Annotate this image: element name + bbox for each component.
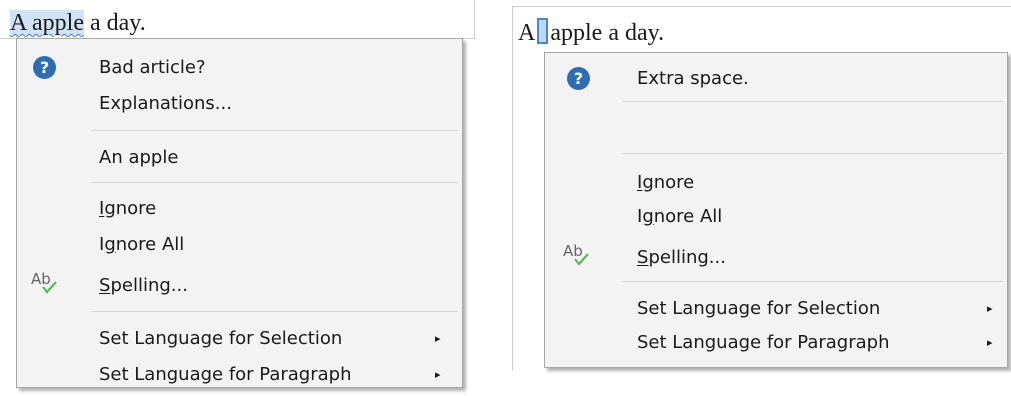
ignore-label: Ignore bbox=[99, 197, 157, 219]
separator bbox=[91, 130, 458, 131]
spelling-label: Spelling... bbox=[99, 274, 188, 296]
ignore-all-item[interactable]: Ignore All bbox=[545, 199, 1007, 233]
spelling-label: Spelling... bbox=[637, 246, 726, 268]
document-text-after: apple a day. bbox=[550, 20, 665, 46]
submenu-arrow-icon: ▸ bbox=[435, 331, 441, 345]
set-language-paragraph-label: Set Language for Paragraph bbox=[99, 363, 352, 385]
ignore-all-label: Ignore All bbox=[637, 205, 723, 227]
set-language-paragraph-item[interactable]: Set Language for Paragraph ▸ bbox=[545, 325, 1007, 359]
spelling-item[interactable]: Spelling... bbox=[17, 268, 462, 302]
document-text[interactable]: Aapple a day. bbox=[518, 18, 664, 48]
context-menu: ? Bad article? Explanations... An apple … bbox=[16, 38, 463, 388]
separator bbox=[623, 101, 1003, 102]
suggestion-title[interactable]: Bad article? bbox=[17, 50, 462, 84]
submenu-arrow-icon: ▸ bbox=[987, 301, 993, 315]
set-language-paragraph-label: Set Language for Paragraph bbox=[637, 331, 890, 353]
right-panel: Aapple a day. ? Extra space. Ignore Igno… bbox=[512, 0, 1011, 396]
suggestion-title-label: Bad article? bbox=[99, 56, 206, 78]
submenu-arrow-icon: ▸ bbox=[435, 367, 441, 381]
separator bbox=[623, 153, 1003, 154]
separator bbox=[623, 281, 1003, 282]
replacement-suggestion[interactable]: An apple bbox=[17, 140, 462, 174]
set-language-paragraph-item[interactable]: Set Language for Paragraph ▸ bbox=[17, 357, 462, 391]
context-menu: ? Extra space. Ignore Ignore All Ab Spel… bbox=[544, 52, 1008, 368]
explanations-label: Explanations... bbox=[99, 92, 232, 114]
submenu-arrow-icon: ▸ bbox=[987, 335, 993, 349]
spelling-item[interactable]: Spelling... bbox=[545, 240, 1007, 274]
separator bbox=[91, 182, 458, 183]
suggestion-title[interactable]: Extra space. bbox=[545, 61, 1007, 95]
document-text-before: A bbox=[518, 20, 536, 46]
ignore-item[interactable]: Ignore bbox=[17, 191, 462, 225]
set-language-selection-item[interactable]: Set Language for Selection ▸ bbox=[545, 291, 1007, 325]
set-language-selection-item[interactable]: Set Language for Selection ▸ bbox=[17, 321, 462, 355]
ignore-all-item[interactable]: Ignore All bbox=[17, 227, 462, 261]
left-panel: A apple a day. ? Bad article? Explanatio… bbox=[0, 0, 480, 396]
set-language-selection-label: Set Language for Selection bbox=[637, 297, 881, 319]
ignore-item[interactable]: Ignore bbox=[545, 165, 1007, 199]
explanations-item[interactable]: Explanations... bbox=[17, 86, 462, 120]
set-language-selection-label: Set Language for Selection bbox=[99, 327, 343, 349]
ignore-label: Ignore bbox=[637, 171, 695, 193]
suggestion-title-label: Extra space. bbox=[637, 67, 749, 89]
text-line-border bbox=[0, 0, 475, 39]
replacement-label: An apple bbox=[99, 146, 179, 168]
ignore-all-label: Ignore All bbox=[99, 233, 185, 255]
separator bbox=[91, 311, 458, 312]
flagged-extra-space[interactable] bbox=[537, 18, 549, 44]
